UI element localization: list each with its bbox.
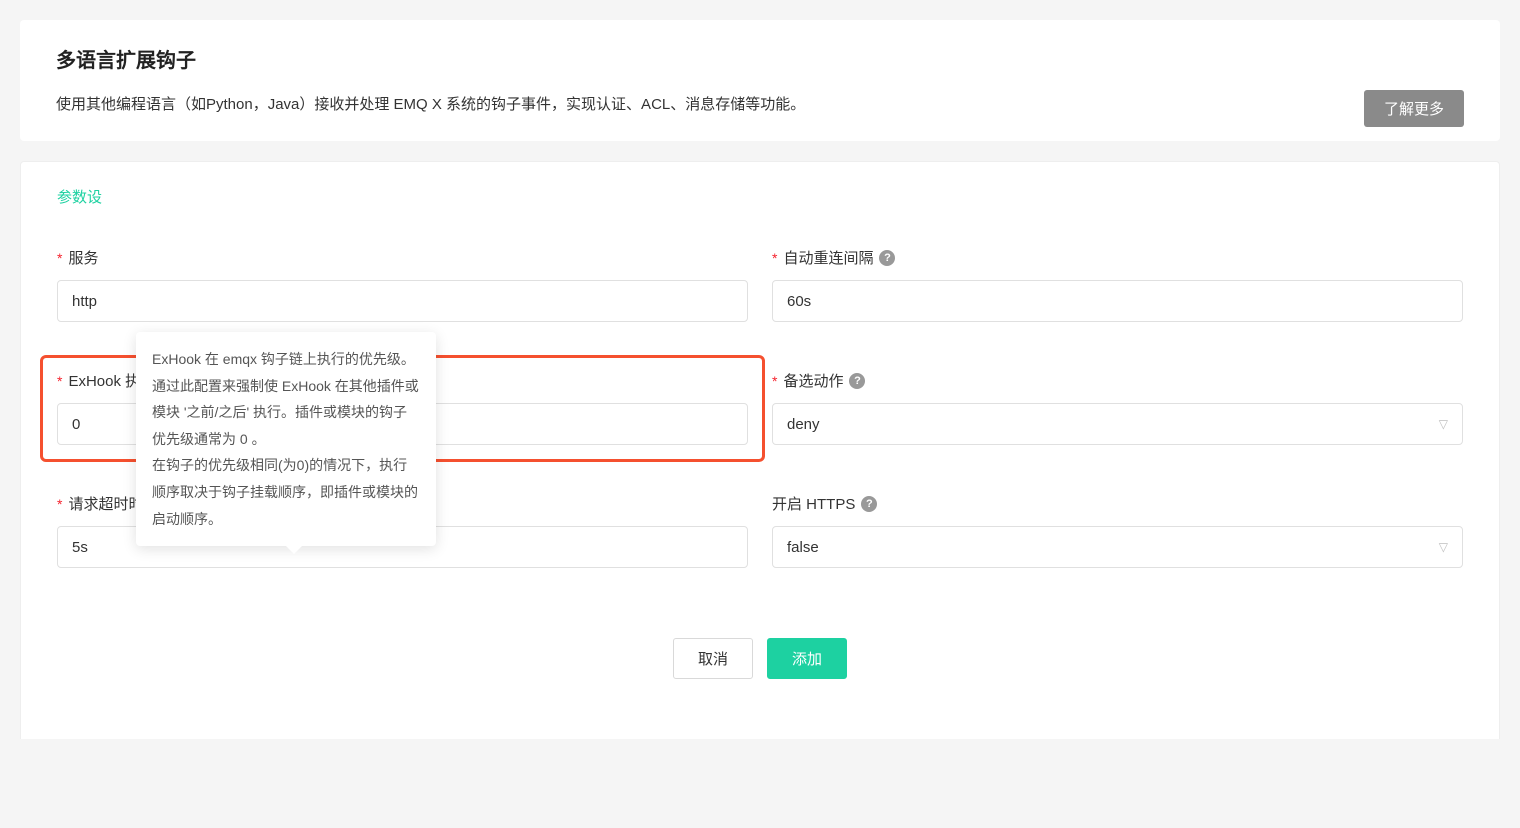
select-value: deny [787,416,820,433]
failed-action-select[interactable]: deny ▽ [772,403,1463,445]
field-enable-https: 开启 HTTPS ? false ▽ [772,493,1463,568]
label-reconnect-interval: * 自动重连间隔 ? [772,247,1463,268]
form-card: 参数设 ExHook 在 emqx 钩子链上执行的优先级。 通过此配置来强制使 … [20,161,1500,739]
reconnect-interval-input[interactable] [772,280,1463,322]
field-server-url: * 服务 [57,247,748,322]
label-enable-https: 开启 HTTPS ? [772,493,1463,514]
page-container: 多语言扩展钩子 使用其他编程语言（如Python，Java）接收并处理 EMQ … [0,0,1520,759]
priority-tooltip: ExHook 在 emqx 钩子链上执行的优先级。 通过此配置来强制使 ExHo… [136,332,436,546]
section-title: 参数设 [57,186,1463,207]
enable-https-select[interactable]: false ▽ [772,526,1463,568]
help-icon[interactable]: ? [861,496,877,512]
server-url-input[interactable] [57,280,748,322]
required-mark: * [57,373,62,389]
field-reconnect-interval: * 自动重连间隔 ? [772,247,1463,322]
header-card: 多语言扩展钩子 使用其他编程语言（如Python，Java）接收并处理 EMQ … [20,20,1500,141]
page-description: 使用其他编程语言（如Python，Java）接收并处理 EMQ X 系统的钩子事… [56,93,1464,117]
label-text: 备选动作 [783,370,843,391]
footer-actions: 取消 添加 [57,638,1463,679]
tooltip-content: ExHook 在 emqx 钩子链上执行的优先级。 通过此配置来强制使 ExHo… [152,351,419,527]
help-icon[interactable]: ? [849,373,865,389]
required-mark: * [772,373,777,389]
field-failed-action: * 备选动作 ? deny ▽ [772,370,1463,445]
page-title: 多语言扩展钩子 [56,44,1464,73]
label-failed-action: * 备选动作 ? [772,370,1463,391]
chevron-down-icon: ▽ [1439,540,1448,554]
label-text: 开启 HTTPS [772,493,855,514]
select-value: false [787,539,819,556]
required-mark: * [772,250,777,266]
help-icon[interactable]: ? [879,250,895,266]
label-server-url: * 服务 [57,247,748,268]
submit-button[interactable]: 添加 [767,638,847,679]
required-mark: * [57,250,62,266]
label-text: 自动重连间隔 [783,247,873,268]
cancel-button[interactable]: 取消 [673,638,753,679]
label-text: 服务 [68,247,98,268]
required-mark: * [57,496,62,512]
learn-more-button[interactable]: 了解更多 [1364,90,1464,127]
chevron-down-icon: ▽ [1439,417,1448,431]
